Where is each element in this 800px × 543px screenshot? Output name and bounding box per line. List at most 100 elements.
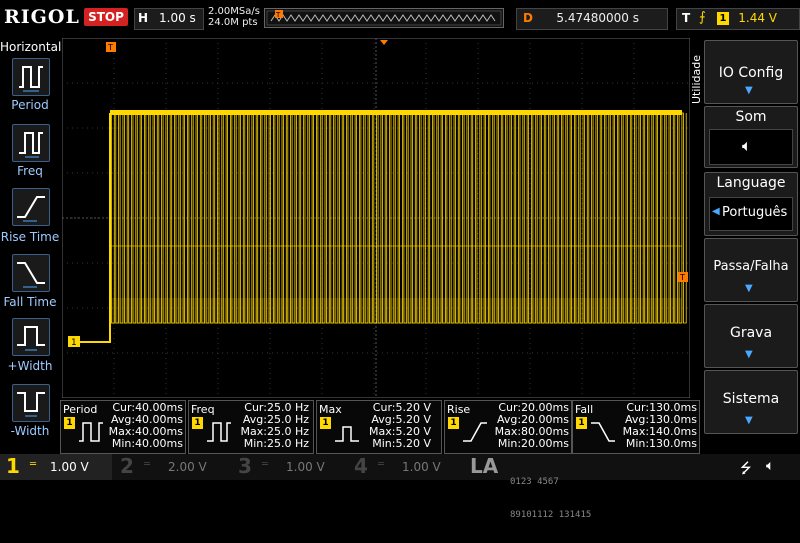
rise-time-icon [463, 422, 487, 442]
memory-depth: 24.0M pts [208, 17, 258, 28]
measurement-name: Freq [191, 403, 215, 416]
pass-fail-button[interactable]: Passa/Falha ▼ [704, 238, 798, 302]
rising-edge-icon: ⨍ [699, 10, 706, 25]
measurement-period[interactable]: Period 1 Cur:40.00ms Avg:40.00ms Max:40.… [60, 400, 186, 454]
frequency-button[interactable] [12, 124, 50, 162]
trigger-display[interactable]: T ⨍ 1 1.44 V [676, 8, 800, 30]
channel-scale: 1.00 V [50, 460, 89, 474]
positive-width-icon [17, 326, 45, 351]
trigger-label: T [682, 11, 691, 25]
measurement-name: Period [63, 403, 98, 416]
measurement-values: Cur:25.0 Hz Avg:25.0 Hz Max:25.0 Hz Min:… [241, 402, 309, 450]
period-button[interactable] [12, 58, 50, 96]
io-config-button[interactable]: IO Config ▼ [704, 40, 798, 104]
usb-icon: ⭍ [740, 461, 752, 477]
sound-button[interactable]: Som 🔈︎ [704, 106, 798, 168]
measurement-name: Rise [447, 403, 471, 416]
pass-fail-label: Passa/Falha [713, 259, 789, 274]
trigger-level-label: T [679, 273, 685, 282]
sound-value-box: 🔈︎ [709, 129, 793, 165]
delay-display[interactable]: D 5.47480000 s [516, 8, 668, 30]
channel-number: 2 [120, 454, 134, 478]
memory-overview-waveform: T [266, 10, 502, 26]
speaker-muted-icon: 🔈︎ [766, 458, 775, 474]
run-stop-status[interactable]: STOP [84, 8, 128, 26]
svg-text:T: T [275, 11, 281, 19]
language-button[interactable]: Language ◀ Português [704, 172, 798, 236]
trigger-source-badge: 1 [717, 12, 729, 25]
negative-width-icon [17, 392, 45, 417]
dc-coupling-icon: ═ [262, 459, 269, 470]
positive-width-button[interactable] [12, 318, 50, 356]
ch1-waveform-high-level [110, 110, 682, 115]
rise-time-label: Rise Time [0, 230, 60, 244]
channel-3-status[interactable]: 3 ═ 1.00 V [234, 454, 346, 480]
dc-coupling-icon: ═ [144, 459, 151, 470]
la-channel-grid: 0123 4567 89101112 131415 [510, 455, 591, 543]
chevron-down-icon: ▼ [745, 85, 753, 96]
record-button[interactable]: Grava ▼ [704, 304, 798, 368]
measurement-fall-time[interactable]: Fall 1 Cur:130.0ms Avg:130.0ms Max:140.0… [572, 400, 700, 454]
value-min: Min:130.0ms [625, 437, 697, 450]
chevron-down-icon: ▼ [745, 415, 753, 426]
chevron-down-icon: ▼ [745, 349, 753, 360]
channel-scale: 2.00 V [168, 460, 207, 474]
channel-1-offset-label: 1 [71, 338, 77, 348]
channel-badge: 1 [320, 417, 331, 429]
utility-menu: IO Config ▼ Som 🔈︎ Language ◀ Português … [704, 40, 798, 458]
frequency-icon [207, 422, 231, 442]
channel-2-status[interactable]: 2 ═ 2.00 V [116, 454, 228, 480]
frequency-icon [19, 132, 43, 158]
horizontal-measure-menu: Horizontal Period Freq Rise Time Fall Ti… [0, 38, 61, 442]
system-button[interactable]: Sistema ▼ [704, 370, 798, 434]
channel-scale: 1.00 V [402, 460, 441, 474]
measurement-values: Cur:20.00ms Avg:20.00ms Max:80.00ms Min:… [495, 402, 569, 450]
timebase-value: 1.00 s [159, 11, 196, 25]
channel-badge: 1 [576, 417, 587, 429]
record-label: Grava [729, 325, 773, 341]
logic-analyzer-status[interactable]: LA 0123 4567 89101112 131415 [466, 454, 604, 520]
period-icon [79, 422, 103, 442]
timebase-display[interactable]: H 1.00 s [134, 8, 204, 30]
measurement-values: Cur:130.0ms Avg:130.0ms Max:140.0ms Min:… [623, 402, 697, 450]
chevron-left-icon: ◀ [712, 206, 720, 217]
measurement-frequency[interactable]: Freq 1 Cur:25.0 Hz Avg:25.0 Hz Max:25.0 … [188, 400, 314, 454]
measurement-rise-time[interactable]: Rise 1 Cur:20.00ms Avg:20.00ms Max:80.00… [444, 400, 572, 454]
waveform-grid: 1 T T [61, 37, 691, 399]
speaker-muted-icon: 🔈︎ [742, 136, 752, 155]
positive-width-label: +Width [7, 359, 53, 373]
negative-width-button[interactable] [12, 384, 50, 422]
la-row-1: 0123 4567 [510, 477, 559, 487]
delay-value: 5.47480000 s [556, 11, 639, 25]
measurement-values: Cur:40.00ms Avg:40.00ms Max:40.00ms Min:… [109, 402, 183, 450]
sound-label: Som [735, 109, 767, 125]
fall-time-label: Fall Time [3, 295, 57, 309]
trigger-level: 1.44 V [738, 11, 777, 25]
channel-4-status[interactable]: 4 ═ 1.00 V [350, 454, 462, 480]
channel-badge: 1 [192, 417, 203, 429]
chevron-down-icon: ▼ [745, 283, 753, 294]
delay-label: D [523, 11, 533, 25]
memory-overview-strip: T [264, 8, 504, 28]
rise-time-button[interactable] [12, 188, 50, 226]
io-config-label: IO Config [718, 65, 784, 81]
channel-number: 4 [354, 454, 368, 478]
utility-menu-title: Utilidade [690, 54, 703, 104]
fall-time-button[interactable] [12, 254, 50, 292]
language-label: Language [716, 175, 786, 191]
measurement-name: Fall [575, 403, 594, 416]
la-row-2: 89101112 131415 [510, 510, 592, 520]
channel-badge: 1 [64, 417, 75, 429]
waveform-display[interactable]: 1 T T [61, 37, 691, 399]
rise-time-icon [17, 196, 45, 222]
negative-width-label: -Width [10, 424, 50, 438]
dc-coupling-icon: ═ [30, 459, 37, 470]
measurement-values: Cur:5.20 V Avg:5.20 V Max:5.20 V Min:5.2… [369, 402, 431, 450]
period-icon [19, 66, 43, 92]
value-min: Min:40.00ms [111, 437, 183, 450]
channel-badge: 1 [448, 417, 459, 429]
language-value: Português [722, 205, 788, 220]
measurement-max[interactable]: Max 1 Cur:5.20 V Avg:5.20 V Max:5.20 V M… [316, 400, 442, 454]
channel-1-status[interactable]: 1 ═ 1.00 V [0, 454, 112, 480]
value-min: Min:20.00ms [497, 437, 569, 450]
